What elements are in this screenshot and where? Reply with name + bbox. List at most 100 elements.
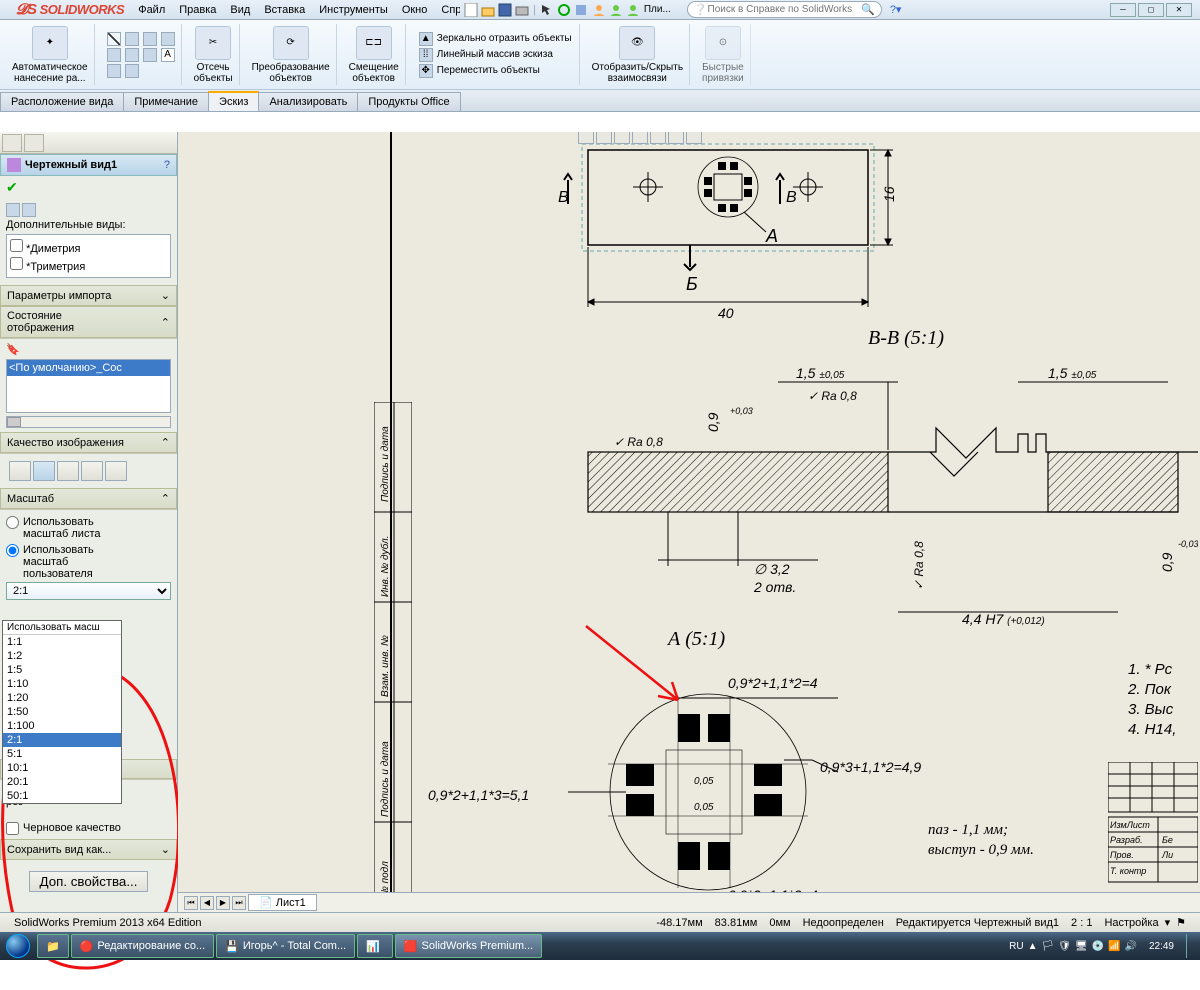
- quick-overflow[interactable]: Пли...: [644, 4, 671, 15]
- options-icon[interactable]: [574, 3, 588, 17]
- fm-tab-1[interactable]: [2, 134, 22, 152]
- rebuild-icon[interactable]: [557, 3, 571, 17]
- sheet-nav-prev[interactable]: ◀: [200, 896, 214, 910]
- tab-view-layout[interactable]: Расположение вида: [0, 92, 124, 111]
- search-go-icon[interactable]: 🔍: [861, 3, 875, 16]
- section-image-quality[interactable]: Качество изображения⌃: [0, 432, 177, 453]
- hud-btn-5[interactable]: [650, 132, 666, 144]
- menu-tools[interactable]: Инструменты: [313, 2, 394, 18]
- menu-file[interactable]: Файл: [132, 2, 171, 18]
- hud-btn-2[interactable]: [596, 132, 612, 144]
- status-flag-icon[interactable]: ⚑: [1170, 916, 1192, 929]
- scale-opt-1-2[interactable]: 1:2: [3, 649, 121, 663]
- sheet-tab-1[interactable]: 📄 Лист1: [248, 894, 317, 911]
- section-scale[interactable]: Масштаб⌃: [0, 488, 177, 509]
- menu-window[interactable]: Окно: [396, 2, 434, 18]
- ribbon-move[interactable]: ✥Переместить объекты: [418, 63, 541, 79]
- scale-opt-20-1[interactable]: 20:1: [3, 775, 121, 789]
- minimize-button[interactable]: ─: [1110, 3, 1136, 17]
- menu-edit[interactable]: Правка: [173, 2, 222, 18]
- tray-lang[interactable]: RU: [1009, 941, 1023, 952]
- tray-icon-3[interactable]: 🛡: [1058, 941, 1071, 952]
- additional-views-list[interactable]: *Диметрия *Триметрия: [6, 234, 171, 278]
- hud-btn-1[interactable]: [578, 132, 594, 144]
- sheet-nav-last[interactable]: ⏭: [232, 896, 246, 910]
- scale-opt-50-1[interactable]: 50:1: [3, 789, 121, 803]
- ellipse-icon[interactable]: [143, 48, 157, 62]
- user2-icon[interactable]: [609, 3, 623, 17]
- tray-icon-5[interactable]: 💿: [1092, 941, 1104, 952]
- chk-trimetry[interactable]: [10, 257, 23, 270]
- section-save-as[interactable]: Сохранить вид как...⌄: [0, 839, 177, 860]
- help-search[interactable]: ❔ 🔍: [687, 1, 882, 18]
- status-scale[interactable]: 2 : 1: [1065, 917, 1098, 929]
- quality-btn-1[interactable]: [9, 461, 31, 481]
- display-state-list[interactable]: <По умолчанию>_Сос: [6, 359, 171, 413]
- search-input[interactable]: [708, 4, 862, 15]
- quality-btn-3[interactable]: [57, 461, 79, 481]
- open-icon[interactable]: [481, 3, 495, 17]
- ribbon-auto-dimension[interactable]: ✦ Автоматическое нанесение ра...: [6, 24, 95, 85]
- ribbon-snaps[interactable]: ⊙ Быстрые привязки: [696, 24, 751, 85]
- orient-icon-1[interactable]: [6, 203, 20, 217]
- section-import-params[interactable]: Параметры импорта⌄: [0, 285, 177, 306]
- spline-icon[interactable]: [161, 32, 175, 46]
- chk-dimetry[interactable]: [10, 239, 23, 252]
- text-icon[interactable]: A: [161, 48, 175, 62]
- section-display-state[interactable]: Состояние отображения⌃: [0, 306, 177, 338]
- circle-icon[interactable]: [125, 32, 139, 46]
- slot-icon[interactable]: [125, 48, 139, 62]
- line-icon[interactable]: [107, 32, 121, 46]
- more-properties-button[interactable]: Доп. свойства...: [29, 871, 149, 892]
- point-icon[interactable]: [107, 64, 121, 78]
- chk-draft-quality[interactable]: [6, 822, 19, 835]
- tray-icon-1[interactable]: ▲: [1028, 941, 1038, 952]
- menu-insert[interactable]: Вставка: [258, 2, 311, 18]
- hud-btn-3[interactable]: [614, 132, 630, 144]
- radio-sheet-scale[interactable]: [6, 516, 19, 529]
- task-excel[interactable]: 📊: [357, 934, 393, 958]
- radio-user-scale[interactable]: [6, 544, 19, 557]
- quality-btn-5[interactable]: [105, 461, 127, 481]
- hud-btn-6[interactable]: [668, 132, 684, 144]
- arc-icon[interactable]: [143, 32, 157, 46]
- tab-office[interactable]: Продукты Office: [357, 92, 460, 111]
- task-solidworks[interactable]: 🟥 SolidWorks Premium...: [395, 934, 542, 958]
- scale-opt-10-1[interactable]: 10:1: [3, 761, 121, 775]
- tab-sketch[interactable]: Эскиз: [208, 91, 259, 111]
- quality-btn-4[interactable]: [81, 461, 103, 481]
- ribbon-offset[interactable]: ⊏⊐ Смещение объектов: [343, 24, 406, 85]
- scale-select[interactable]: 2:1: [6, 582, 171, 600]
- save-icon[interactable]: [498, 3, 512, 17]
- orient-icon-2[interactable]: [22, 203, 36, 217]
- ribbon-trim[interactable]: ✂ Отсечь объекты: [188, 24, 240, 85]
- select-icon[interactable]: [540, 3, 554, 17]
- new-icon[interactable]: [464, 3, 478, 17]
- maximize-button[interactable]: ◻: [1138, 3, 1164, 17]
- scale-opt-1-50[interactable]: 1:50: [3, 705, 121, 719]
- poly-icon[interactable]: [125, 64, 139, 78]
- status-custom[interactable]: Настройка: [1098, 917, 1164, 929]
- user1-icon[interactable]: [592, 3, 606, 17]
- show-desktop[interactable]: [1186, 934, 1194, 958]
- hud-btn-4[interactable]: [632, 132, 648, 144]
- quality-btn-2[interactable]: [33, 461, 55, 481]
- ribbon-convert[interactable]: ⟳ Преобразование объектов: [246, 24, 337, 85]
- sheet-nav-next[interactable]: ▶: [216, 896, 230, 910]
- hud-btn-7[interactable]: [686, 132, 702, 144]
- ribbon-relations[interactable]: 👁 Отобразить/Скрыть взаимосвязи: [586, 24, 690, 85]
- start-button[interactable]: [0, 932, 36, 960]
- scale-opt-1-10[interactable]: 1:10: [3, 677, 121, 691]
- scale-opt-1-5[interactable]: 1:5: [3, 663, 121, 677]
- scale-opt-5-1[interactable]: 5:1: [3, 747, 121, 761]
- user3-icon[interactable]: [626, 3, 640, 17]
- ribbon-linear[interactable]: ⁞⁞Линейный массив эскиза: [418, 47, 554, 63]
- tray-icon-4[interactable]: 🖥: [1075, 941, 1088, 952]
- tab-evaluate[interactable]: Анализировать: [258, 92, 358, 111]
- help-icon[interactable]: ?▾: [886, 3, 906, 16]
- rect-icon[interactable]: [107, 48, 121, 62]
- tab-annotation[interactable]: Примечание: [123, 92, 209, 111]
- scale-opt-1-1[interactable]: 1:1: [3, 635, 121, 649]
- task-totalcmd[interactable]: 💾 Игорь^ - Total Com...: [216, 934, 355, 958]
- ok-button[interactable]: ✔: [6, 179, 18, 195]
